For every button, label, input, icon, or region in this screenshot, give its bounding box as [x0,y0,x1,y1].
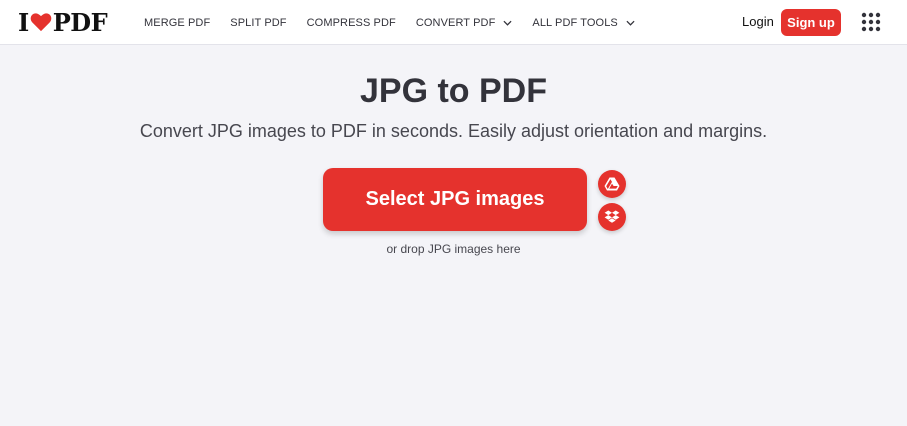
chevron-down-icon [626,20,635,26]
nav-item-label: CONVERT PDF [415,16,496,29]
dropbox-icon [604,210,620,223]
grid-icon[interactable] [861,12,881,32]
select-jpg-images-button[interactable]: Select JPG images [323,168,587,231]
nav-item-label: MERGE PDF [144,16,211,29]
logo-text-right: PDF [52,7,108,37]
google-drive-icon [604,177,620,191]
nav-item-label: SPLIT PDF [230,16,287,29]
top-navbar: I PDF MERGE PDF SPLIT PDF COMPRESS PDF C… [0,0,907,45]
google-drive-button[interactable] [598,170,626,198]
nav-merge-pdf[interactable]: MERGE PDF [144,17,210,29]
nav-convert-pdf[interactable]: CONVERT PDF [416,17,513,29]
signup-button[interactable]: Sign up [781,9,841,36]
nav-item-label: ALL PDF TOOLS [532,16,618,29]
nav-item-label: COMPRESS PDF [306,16,396,29]
dropbox-button[interactable] [598,203,626,231]
nav-all-pdf-tools[interactable]: ALL PDF TOOLS [532,16,635,29]
logo-text-left: I [18,7,29,37]
chevron-down-icon [503,20,512,26]
page-title: JPG to PDF [359,72,548,110]
nav-split-pdf[interactable]: SPLIT PDF [230,17,286,29]
ilovepdf-logo[interactable]: I PDF [18,7,108,37]
nav-compress-pdf[interactable]: COMPRESS PDF [307,17,396,29]
main-nav: MERGE PDF SPLIT PDF COMPRESS PDF CONVERT… [144,0,655,45]
heart-icon [30,13,52,32]
page-subtitle: Convert JPG images to PDF in seconds. Ea… [139,121,768,141]
drop-hint-text: or drop JPG images here [386,242,521,256]
login-link[interactable]: Login [742,14,774,29]
select-button-label: Select JPG images [365,188,545,210]
